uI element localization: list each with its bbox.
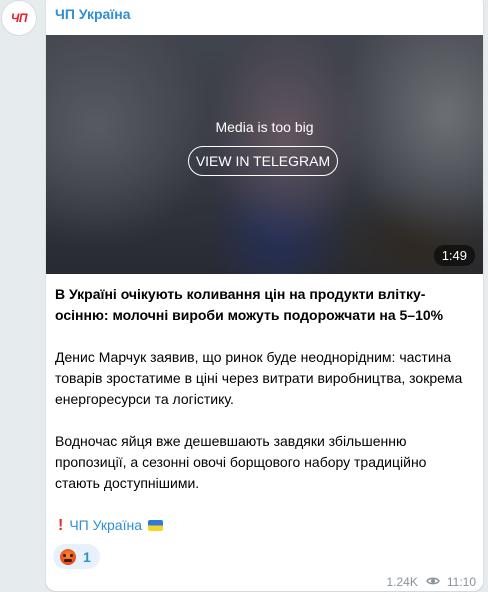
- signature-link[interactable]: ЧП Україна: [69, 515, 142, 536]
- ukraine-flag-icon: [147, 520, 163, 531]
- video-preview[interactable]: Media is too big VIEW IN TELEGRAM 1:49: [46, 35, 483, 274]
- angry-face-icon: [60, 548, 76, 565]
- reaction-count: 1: [83, 548, 91, 565]
- channel-name[interactable]: ЧП Україна: [55, 6, 131, 22]
- avatar-logo-text: ЧП: [10, 11, 28, 25]
- view-in-telegram-button[interactable]: VIEW IN TELEGRAM: [188, 146, 338, 176]
- view-count: 1.24K: [386, 575, 418, 589]
- message-meta: 1.24K 11:10: [387, 575, 477, 589]
- eye-icon: [426, 575, 440, 589]
- channel-avatar[interactable]: ЧП: [1, 0, 37, 36]
- post-paragraph-1: Денис Марчук заявив, що ринок буде неодн…: [55, 349, 463, 407]
- post-title: В Україні очікують коливання цін на прод…: [55, 286, 444, 323]
- exclamation-icon: !: [58, 517, 64, 534]
- post-signature: ! ЧП Україна: [55, 515, 163, 536]
- reaction-chip[interactable]: 1: [53, 544, 100, 569]
- video-duration-badge: 1:49: [433, 245, 475, 266]
- media-notice: Media is too big: [215, 119, 314, 135]
- post-paragraph-2: Водночас яйця вже дешевшають завдяки збі…: [55, 433, 427, 491]
- message-time: 11:10: [446, 575, 476, 589]
